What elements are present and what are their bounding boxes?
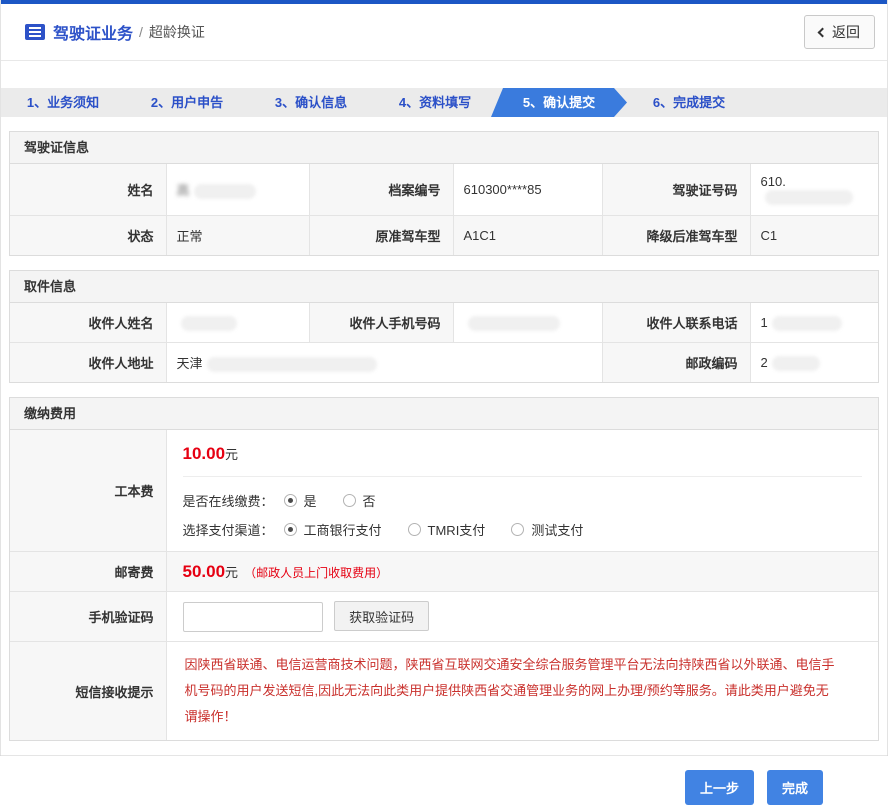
table-row: 手机验证码 获取验证码 xyxy=(10,592,878,642)
redaction xyxy=(181,316,237,331)
redaction xyxy=(207,357,377,372)
back-button[interactable]: 返回 xyxy=(804,15,875,49)
breadcrumb-separator: / xyxy=(139,24,143,40)
work-fee-amount: 10.00元 xyxy=(183,444,863,464)
finish-button[interactable]: 完成 xyxy=(767,770,823,805)
online-pay-question: 是否在线缴费： xyxy=(183,491,274,510)
sms-code-label: 手机验证码 xyxy=(10,592,166,642)
table-row: 工本费 10.00元 是否在线缴费： 是 xyxy=(10,430,878,552)
postal-code-value: 2 xyxy=(750,343,878,383)
name-label: 姓名 xyxy=(10,164,166,216)
license-info-section: 驾驶证信息 姓名 高 档案编号 610300****85 驾驶证号码 610. … xyxy=(9,131,879,256)
file-number-value: 610300****85 xyxy=(453,164,602,216)
redaction xyxy=(194,184,256,199)
postage-note: （邮政人员上门收取费用） xyxy=(244,566,388,580)
tab-step-6[interactable]: 6、完成提交 xyxy=(627,88,751,117)
get-code-button[interactable]: 获取验证码 xyxy=(334,601,429,631)
footer-actions: 上一步 完成 xyxy=(1,756,887,805)
sms-notice-label: 短信接收提示 xyxy=(10,642,166,741)
fees-table: 工本费 10.00元 是否在线缴费： 是 xyxy=(10,430,878,740)
fees-section-title: 缴纳费用 xyxy=(10,398,878,430)
back-button-label: 返回 xyxy=(832,22,860,42)
recipient-name-value xyxy=(166,303,309,343)
postage-fee-label: 邮寄费 xyxy=(10,552,166,592)
recipient-name-label: 收件人姓名 xyxy=(10,303,166,343)
postal-code-label: 邮政编码 xyxy=(602,343,750,383)
work-fee-label: 工本费 xyxy=(10,430,166,552)
license-number-label: 驾驶证号码 xyxy=(602,164,750,216)
online-pay-question-row: 是否在线缴费： 是 否 xyxy=(183,491,863,510)
downgraded-class-label: 降级后准驾车型 xyxy=(602,216,750,256)
name-value: 高 xyxy=(166,164,309,216)
header: 驾驶证业务 / 超龄换证 返回 xyxy=(1,4,887,61)
step-tabs: 1、业务须知 2、用户申告 3、确认信息 4、资料填写 5、确认提交 6、完成提… xyxy=(1,88,887,117)
radio-online-no[interactable]: 否 xyxy=(343,491,376,510)
radio-channel-test[interactable]: 测试支付 xyxy=(511,520,583,539)
tab-step-2[interactable]: 2、用户申告 xyxy=(125,88,249,117)
pickup-section-title: 取件信息 xyxy=(10,271,878,303)
radio-channel-icbc[interactable]: 工商银行支付 xyxy=(284,520,382,539)
table-row: 收件人姓名 收件人手机号码 收件人联系电话 1 xyxy=(10,303,878,343)
original-class-label: 原准驾车型 xyxy=(309,216,453,256)
tab-step-3[interactable]: 3、确认信息 xyxy=(249,88,373,117)
tab-step-5-active[interactable]: 5、确认提交 xyxy=(491,88,627,117)
status-label: 状态 xyxy=(10,216,166,256)
table-row: 状态 正常 原准驾车型 A1C1 降级后准驾车型 C1 xyxy=(10,216,878,256)
tab-step-4[interactable]: 4、资料填写 xyxy=(373,88,497,117)
table-row: 收件人地址 天津 邮政编码 2 xyxy=(10,343,878,383)
recipient-phone-label: 收件人联系电话 xyxy=(602,303,750,343)
sms-code-input[interactable] xyxy=(183,602,323,632)
radio-channel-tmri[interactable]: TMRI支付 xyxy=(408,520,486,539)
tab-step-1[interactable]: 1、业务须知 xyxy=(1,88,125,117)
recipient-address-label: 收件人地址 xyxy=(10,343,166,383)
table-row: 短信接收提示 因陕西省联通、电信运营商技术问题，陕西省互联网交通安全综合服务管理… xyxy=(10,642,878,741)
pickup-info-table: 收件人姓名 收件人手机号码 收件人联系电话 1 收件人地址 天津 邮政编码 2 xyxy=(10,303,878,382)
chevron-left-icon xyxy=(818,27,828,37)
redaction xyxy=(765,190,853,205)
radio-online-yes[interactable]: 是 xyxy=(284,491,317,510)
file-number-label: 档案编号 xyxy=(309,164,453,216)
recipient-mobile-value xyxy=(453,303,602,343)
sms-notice-text: 因陕西省联通、电信运营商技术问题，陕西省互联网交通安全综合服务管理平台无法向持陕… xyxy=(183,650,863,732)
radio-unselected-icon[interactable] xyxy=(408,523,421,536)
license-business-icon xyxy=(25,24,45,40)
status-value: 正常 xyxy=(166,216,309,256)
redaction xyxy=(772,356,820,371)
pickup-info-section: 取件信息 收件人姓名 收件人手机号码 收件人联系电话 1 收件人地址 天津 邮政… xyxy=(9,270,879,383)
redaction xyxy=(772,316,842,331)
pay-channel-question: 选择支付渠道： xyxy=(183,520,274,539)
license-number-value: 610. xyxy=(750,164,878,216)
license-section-title: 驾驶证信息 xyxy=(10,132,878,164)
fees-section: 缴纳费用 工本费 10.00元 是否在线缴费： 是 xyxy=(9,397,879,741)
recipient-mobile-label: 收件人手机号码 xyxy=(309,303,453,343)
radio-selected-icon[interactable] xyxy=(284,494,297,507)
page-title: 驾驶证业务 xyxy=(53,20,133,44)
postage-fee-value: 50.00元（邮政人员上门收取费用） xyxy=(166,552,878,592)
license-info-table: 姓名 高 档案编号 610300****85 驾驶证号码 610. 状态 正常 … xyxy=(10,164,878,255)
divider xyxy=(183,476,863,477)
downgraded-class-value: C1 xyxy=(750,216,878,256)
table-row: 邮寄费 50.00元（邮政人员上门收取费用） xyxy=(10,552,878,592)
recipient-address-value: 天津 xyxy=(166,343,602,383)
radio-unselected-icon[interactable] xyxy=(511,523,524,536)
previous-step-button[interactable]: 上一步 xyxy=(685,770,754,805)
original-class-value: A1C1 xyxy=(453,216,602,256)
redaction xyxy=(468,316,560,331)
table-row: 姓名 高 档案编号 610300****85 驾驶证号码 610. xyxy=(10,164,878,216)
recipient-phone-value: 1 xyxy=(750,303,878,343)
radio-selected-icon[interactable] xyxy=(284,523,297,536)
radio-unselected-icon[interactable] xyxy=(343,494,356,507)
breadcrumb-current: 超龄换证 xyxy=(149,22,205,42)
pay-channel-question-row: 选择支付渠道： 工商银行支付 TMRI支付 测试支付 xyxy=(183,520,863,539)
